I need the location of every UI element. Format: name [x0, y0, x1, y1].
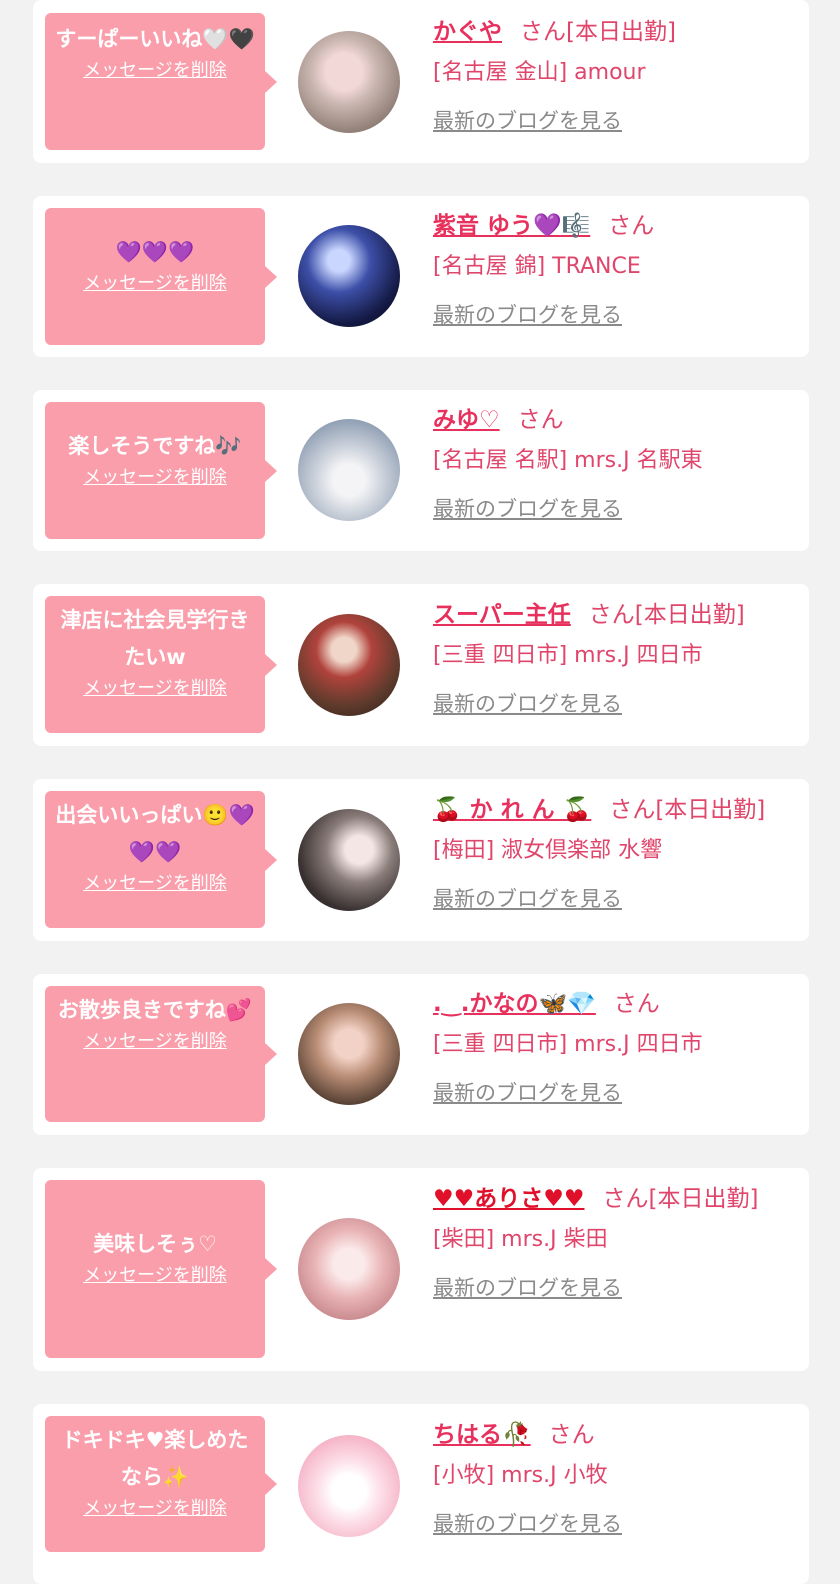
- message-card: お散歩良きですね💕 メッセージを削除 .‿.かなの🦋💎 さん [三重 四日市] m…: [33, 974, 809, 1135]
- shop-text: [名古屋 名駅] mrs.J 名駅東: [433, 448, 703, 473]
- cast-name-link[interactable]: ちはる🥀: [433, 1422, 531, 1448]
- delete-message-link[interactable]: メッセージを削除: [55, 871, 255, 897]
- message-card: 津店に社会見学行きたいw メッセージを削除 スーパー主任 さん[本日出勤] [三重…: [33, 584, 809, 746]
- cast-info: 紫音 ゆう💜🎼 さん [名古屋 錦] TRANCE 最新のブログを見る: [433, 206, 798, 330]
- cast-name-link[interactable]: ♥♥ありさ♥♥: [433, 1186, 584, 1212]
- delete-message-link[interactable]: メッセージを削除: [55, 676, 255, 702]
- cast-info: スーパー主任 さん[本日出勤] [三重 四日市] mrs.J 四日市 最新のブログ…: [433, 595, 798, 719]
- cast-info: ♥♥ありさ♥♥ さん[本日出勤] [柴田] mrs.J 柴田 最新のブログを見る: [433, 1179, 798, 1303]
- latest-blog-link[interactable]: 最新のブログを見る: [433, 494, 798, 524]
- message-bubble: 津店に社会見学行きたいw メッセージを削除: [45, 596, 277, 733]
- delete-message-link[interactable]: メッセージを削除: [55, 465, 255, 491]
- message-bubble: ドキドキ♥楽しめたなら✨ メッセージを削除: [45, 1416, 277, 1552]
- latest-blog-link[interactable]: 最新のブログを見る: [433, 1273, 798, 1303]
- san-status: さん: [613, 991, 660, 1017]
- message-bubble: お散歩良きですね💕 メッセージを削除: [45, 986, 277, 1122]
- cast-name-link[interactable]: かぐや: [433, 19, 502, 45]
- avatar[interactable]: [298, 31, 400, 133]
- shop-text: [小牧] mrs.J 小牧: [433, 1463, 608, 1488]
- message-bubble: 美味しそぅ♡ メッセージを削除: [45, 1180, 277, 1358]
- san-status: さん: [517, 407, 564, 433]
- message-text: 楽しそうですね🎶: [68, 434, 242, 458]
- san-status: さん: [548, 1422, 595, 1448]
- delete-message-link[interactable]: メッセージを削除: [55, 271, 255, 297]
- shop-text: [柴田] mrs.J 柴田: [433, 1227, 608, 1252]
- delete-message-link[interactable]: メッセージを削除: [55, 58, 255, 84]
- message-text: 💜💜💜: [115, 240, 195, 264]
- message-text: 美味しそぅ♡: [93, 1232, 217, 1256]
- avatar[interactable]: [298, 225, 400, 327]
- cast-name-link[interactable]: .‿.かなの🦋💎: [433, 991, 596, 1017]
- message-card: 楽しそうですね🎶 メッセージを削除 みゆ♡ さん [名古屋 名駅] mrs.J 名…: [33, 390, 809, 551]
- delete-message-link[interactable]: メッセージを削除: [55, 1496, 255, 1522]
- san-status: さん[本日出勤]: [588, 602, 745, 628]
- shop-text: [三重 四日市] mrs.J 四日市: [433, 643, 703, 668]
- cast-name-link[interactable]: みゆ♡: [433, 407, 500, 433]
- cast-info: 🍒 か れ ん 🍒 さん[本日出勤] [梅田] 淑女倶楽部 水響 最新のブログを見…: [433, 790, 798, 914]
- message-bubble: 💜💜💜 メッセージを削除: [45, 208, 277, 345]
- message-card: ドキドキ♥楽しめたなら✨ メッセージを削除 ちはる🥀 さん [小牧] mrs.J …: [33, 1404, 809, 1584]
- avatar[interactable]: [298, 419, 400, 521]
- message-card: 出会いいっぱい🙂💜💜💜 メッセージを削除 🍒 か れ ん 🍒 さん[本日出勤] […: [33, 779, 809, 941]
- message-bubble: すーぱーいいね🤍🖤 メッセージを削除: [45, 13, 277, 150]
- shop-text: [名古屋 金山] amour: [433, 60, 646, 85]
- avatar[interactable]: [298, 1003, 400, 1105]
- san-status: さん: [608, 213, 655, 239]
- message-text: すーぱーいいね🤍🖤: [55, 27, 255, 51]
- avatar[interactable]: [298, 1435, 400, 1537]
- cast-name-link[interactable]: 紫音 ゆう💜🎼: [433, 213, 590, 239]
- shop-text: [三重 四日市] mrs.J 四日市: [433, 1032, 703, 1057]
- cast-name-link[interactable]: スーパー主任: [433, 602, 571, 628]
- message-text: 出会いいっぱい🙂💜💜💜: [55, 803, 255, 864]
- san-status: さん[本日出勤]: [602, 1186, 759, 1212]
- message-card: 💜💜💜 メッセージを削除 紫音 ゆう💜🎼 さん [名古屋 錦] TRANCE 最新…: [33, 196, 809, 357]
- latest-blog-link[interactable]: 最新のブログを見る: [433, 689, 798, 719]
- message-bubble: 楽しそうですね🎶 メッセージを削除: [45, 402, 277, 539]
- cast-info: .‿.かなの🦋💎 さん [三重 四日市] mrs.J 四日市 最新のブログを見る: [433, 984, 798, 1108]
- latest-blog-link[interactable]: 最新のブログを見る: [433, 1509, 798, 1539]
- message-card: すーぱーいいね🤍🖤 メッセージを削除 かぐや さん[本日出勤] [名古屋 金山] …: [33, 0, 809, 163]
- avatar[interactable]: [298, 1218, 400, 1320]
- latest-blog-link[interactable]: 最新のブログを見る: [433, 884, 798, 914]
- latest-blog-link[interactable]: 最新のブログを見る: [433, 1078, 798, 1108]
- message-bubble: 出会いいっぱい🙂💜💜💜 メッセージを削除: [45, 791, 277, 928]
- shop-text: [梅田] 淑女倶楽部 水響: [433, 838, 663, 863]
- cast-info: みゆ♡ さん [名古屋 名駅] mrs.J 名駅東 最新のブログを見る: [433, 400, 798, 524]
- san-status: さん[本日出勤]: [609, 797, 766, 823]
- cast-info: ちはる🥀 さん [小牧] mrs.J 小牧 最新のブログを見る: [433, 1415, 798, 1539]
- avatar[interactable]: [298, 809, 400, 911]
- message-text: お散歩良きですね💕: [57, 998, 253, 1022]
- message-card: 美味しそぅ♡ メッセージを削除 ♥♥ありさ♥♥ さん[本日出勤] [柴田] mrs…: [33, 1168, 809, 1371]
- cast-name-link[interactable]: 🍒 か れ ん 🍒: [433, 797, 591, 823]
- message-text: 津店に社会見学行きたいw: [60, 608, 250, 669]
- delete-message-link[interactable]: メッセージを削除: [55, 1263, 255, 1289]
- latest-blog-link[interactable]: 最新のブログを見る: [433, 106, 798, 136]
- shop-text: [名古屋 錦] TRANCE: [433, 254, 641, 279]
- message-text: ドキドキ♥楽しめたなら✨: [61, 1428, 249, 1489]
- latest-blog-link[interactable]: 最新のブログを見る: [433, 300, 798, 330]
- delete-message-link[interactable]: メッセージを削除: [55, 1029, 255, 1055]
- cast-info: かぐや さん[本日出勤] [名古屋 金山] amour 最新のブログを見る: [433, 12, 798, 136]
- san-status: さん[本日出勤]: [520, 19, 676, 45]
- avatar[interactable]: [298, 614, 400, 716]
